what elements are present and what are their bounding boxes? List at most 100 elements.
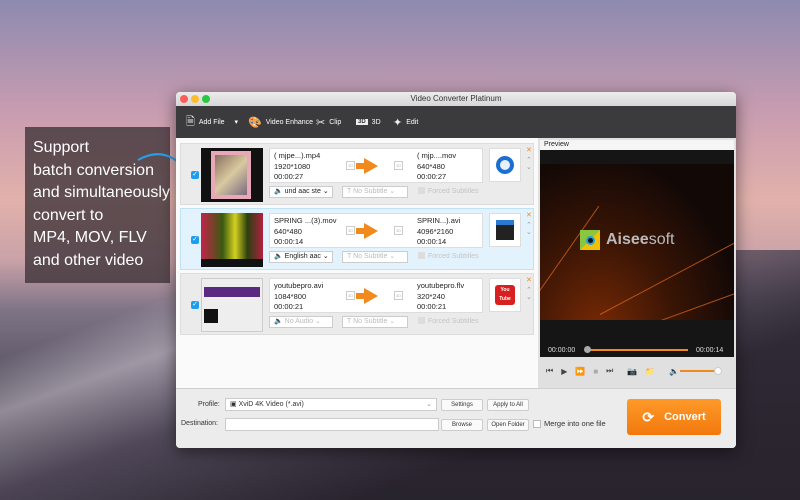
file-row[interactable]: ✓ youtubepro.avi 1084*800 00:00:21 3D 3D y…: [180, 273, 534, 335]
destination-input[interactable]: [225, 418, 439, 431]
preview-screen: Aiseesoft 00:00:00 00:00:14: [540, 150, 734, 357]
snapshot-icon[interactable]: 📷: [627, 367, 637, 376]
add-file-icon: 🗎: [186, 115, 195, 128]
file-row[interactable]: ✓ SPRING ...(3).mov 640*480 00:00:14 3D 3D…: [180, 208, 534, 270]
source-resolution: 640*480: [274, 226, 302, 236]
skip-forward-icon[interactable]: ⏭: [606, 366, 613, 376]
browse-button[interactable]: Browse: [441, 419, 483, 431]
source-name: SPRING ...(3).mov: [274, 216, 337, 225]
clip-button[interactable]: ✂ Clip: [316, 106, 341, 138]
fast-forward-icon[interactable]: ⏩: [575, 367, 585, 376]
callout-line: and simultaneously: [33, 184, 170, 201]
scissors-icon: ✂: [316, 116, 326, 129]
3d-icon: 3D: [394, 161, 403, 170]
title-bar: Video Converter Platinum: [176, 92, 736, 106]
profile-select[interactable]: ▣ XviD 4K Video (*.avi) ⌄: [225, 398, 437, 411]
aiseesoft-logo: Aiseesoft: [580, 230, 675, 250]
file-info: SPRING ...(3).mov 640*480 00:00:14 3D 3D S…: [269, 213, 483, 248]
remove-icon[interactable]: ✕: [526, 211, 532, 219]
forced-subtitles-checkbox[interactable]: Forced Subtitles: [418, 187, 479, 195]
output-resolution: 320*240: [417, 291, 445, 301]
video-enhance-button[interactable]: 🎨 Video Enhance: [248, 106, 313, 138]
close-window-button[interactable]: [180, 95, 188, 103]
quicktime-icon[interactable]: [489, 148, 521, 182]
move-down-icon[interactable]: ⌄: [526, 163, 532, 171]
open-folder-button[interactable]: Open Folder: [487, 419, 529, 431]
4k-video-icon[interactable]: [489, 213, 521, 247]
profile-label: Profile:: [198, 401, 220, 408]
chevron-down-icon[interactable]: ▾: [235, 118, 239, 126]
clip-label: Clip: [329, 118, 342, 126]
output-resolution: 640*480: [417, 161, 445, 171]
palette-icon: 🎨: [248, 116, 262, 129]
folder-icon[interactable]: 📁: [645, 367, 655, 376]
source-duration: 00:00:21: [274, 302, 304, 311]
file-checkbox[interactable]: ✓: [191, 301, 199, 309]
file-row[interactable]: ✓ ( mjpe...).mp4 1920*1080 00:00:27 3D 3D …: [180, 143, 534, 205]
source-duration: 00:00:27: [274, 172, 304, 181]
video-enhance-label: Video Enhance: [265, 118, 314, 126]
source-resolution: 1084*800: [274, 291, 307, 301]
bottom-panel: Profile: ▣ XviD 4K Video (*.avi) ⌄ Settin…: [176, 388, 736, 448]
convert-button[interactable]: ⟳ Convert: [627, 399, 721, 435]
subtitle-select[interactable]: T No Subtitle ⌄: [342, 186, 408, 198]
seek-bar[interactable]: [588, 349, 688, 351]
convert-arrow-icon: [356, 288, 378, 304]
destination-label: Destination:: [181, 420, 218, 427]
output-resolution: 4096*2160: [417, 226, 454, 236]
remove-icon[interactable]: ✕: [526, 276, 532, 284]
merge-checkbox[interactable]: Merge into one file: [533, 419, 606, 428]
play-icon[interactable]: ▶: [561, 367, 567, 376]
file-checkbox[interactable]: ✓: [191, 171, 199, 179]
forced-subtitles-checkbox[interactable]: Forced Subtitles: [418, 252, 479, 260]
stop-icon[interactable]: ■: [593, 367, 598, 376]
volume-icon[interactable]: 🔈: [669, 367, 679, 376]
callout-line: and other video: [33, 251, 144, 269]
remove-icon[interactable]: ✕: [526, 146, 532, 154]
forced-subtitles-checkbox[interactable]: Forced Subtitles: [418, 317, 479, 325]
3d-button[interactable]: 3D 3D: [356, 106, 381, 138]
callout-line: convert to: [33, 206, 104, 224]
source-name: youtubepro.avi: [274, 281, 324, 290]
total-time: 00:00:14: [696, 347, 724, 354]
audio-track-select[interactable]: 🔈 English aac ⌄: [269, 251, 333, 263]
3d-icon: 3D: [394, 226, 403, 235]
volume-handle[interactable]: [714, 367, 722, 375]
3d-icon: 3D: [346, 161, 355, 170]
output-name: youtubepro.flv: [417, 281, 465, 290]
edit-button[interactable]: ✦ Edit: [393, 106, 418, 138]
settings-button[interactable]: Settings: [441, 399, 483, 411]
seek-handle[interactable]: [584, 346, 591, 353]
skip-back-icon[interactable]: ⏮: [546, 366, 553, 376]
maximize-window-button[interactable]: [202, 95, 210, 103]
source-resolution: 1920*1080: [274, 161, 311, 171]
subtitle-select[interactable]: T No Subtitle ⌄: [342, 316, 408, 328]
move-down-icon[interactable]: ⌄: [526, 228, 532, 236]
video-thumbnail: [201, 278, 263, 332]
video-thumbnail: [201, 148, 263, 202]
callout-line: MP4, MOV, FLV: [33, 229, 147, 246]
add-file-label: Add File: [198, 118, 225, 126]
minimize-window-button[interactable]: [191, 95, 199, 103]
subtitle-select[interactable]: T No Subtitle ⌄: [342, 251, 408, 263]
output-duration: 00:00:14: [417, 237, 447, 246]
3d-icon: 3D: [356, 119, 368, 125]
add-file-button[interactable]: 🗎 Add File ▾: [186, 106, 238, 138]
output-duration: 00:00:21: [417, 302, 447, 311]
audio-track-select[interactable]: 🔈 No Audio ⌄: [269, 316, 333, 328]
output-duration: 00:00:27: [417, 172, 447, 181]
edit-label: Edit: [406, 118, 419, 126]
convert-arrow-icon: [356, 223, 378, 239]
current-time: 00:00:00: [548, 347, 576, 354]
move-down-icon[interactable]: ⌄: [526, 293, 532, 301]
convert-arrow-icon: [356, 158, 378, 174]
audio-track-select[interactable]: 🔈 und aac ste ⌄: [269, 186, 333, 198]
file-checkbox[interactable]: ✓: [191, 236, 199, 244]
youtube-icon[interactable]: You Tube: [489, 278, 521, 312]
file-list: ✓ ( mjpe...).mp4 1920*1080 00:00:27 3D 3D …: [176, 138, 538, 388]
source-name: ( mjpe...).mp4: [274, 151, 321, 160]
apply-to-all-button[interactable]: Apply to All: [487, 399, 529, 411]
3d-icon: 3D: [346, 226, 355, 235]
app-window: Video Converter Platinum 🗎 Add File ▾ 🎨 Vid…: [176, 92, 736, 448]
volume-slider[interactable]: [680, 370, 718, 372]
